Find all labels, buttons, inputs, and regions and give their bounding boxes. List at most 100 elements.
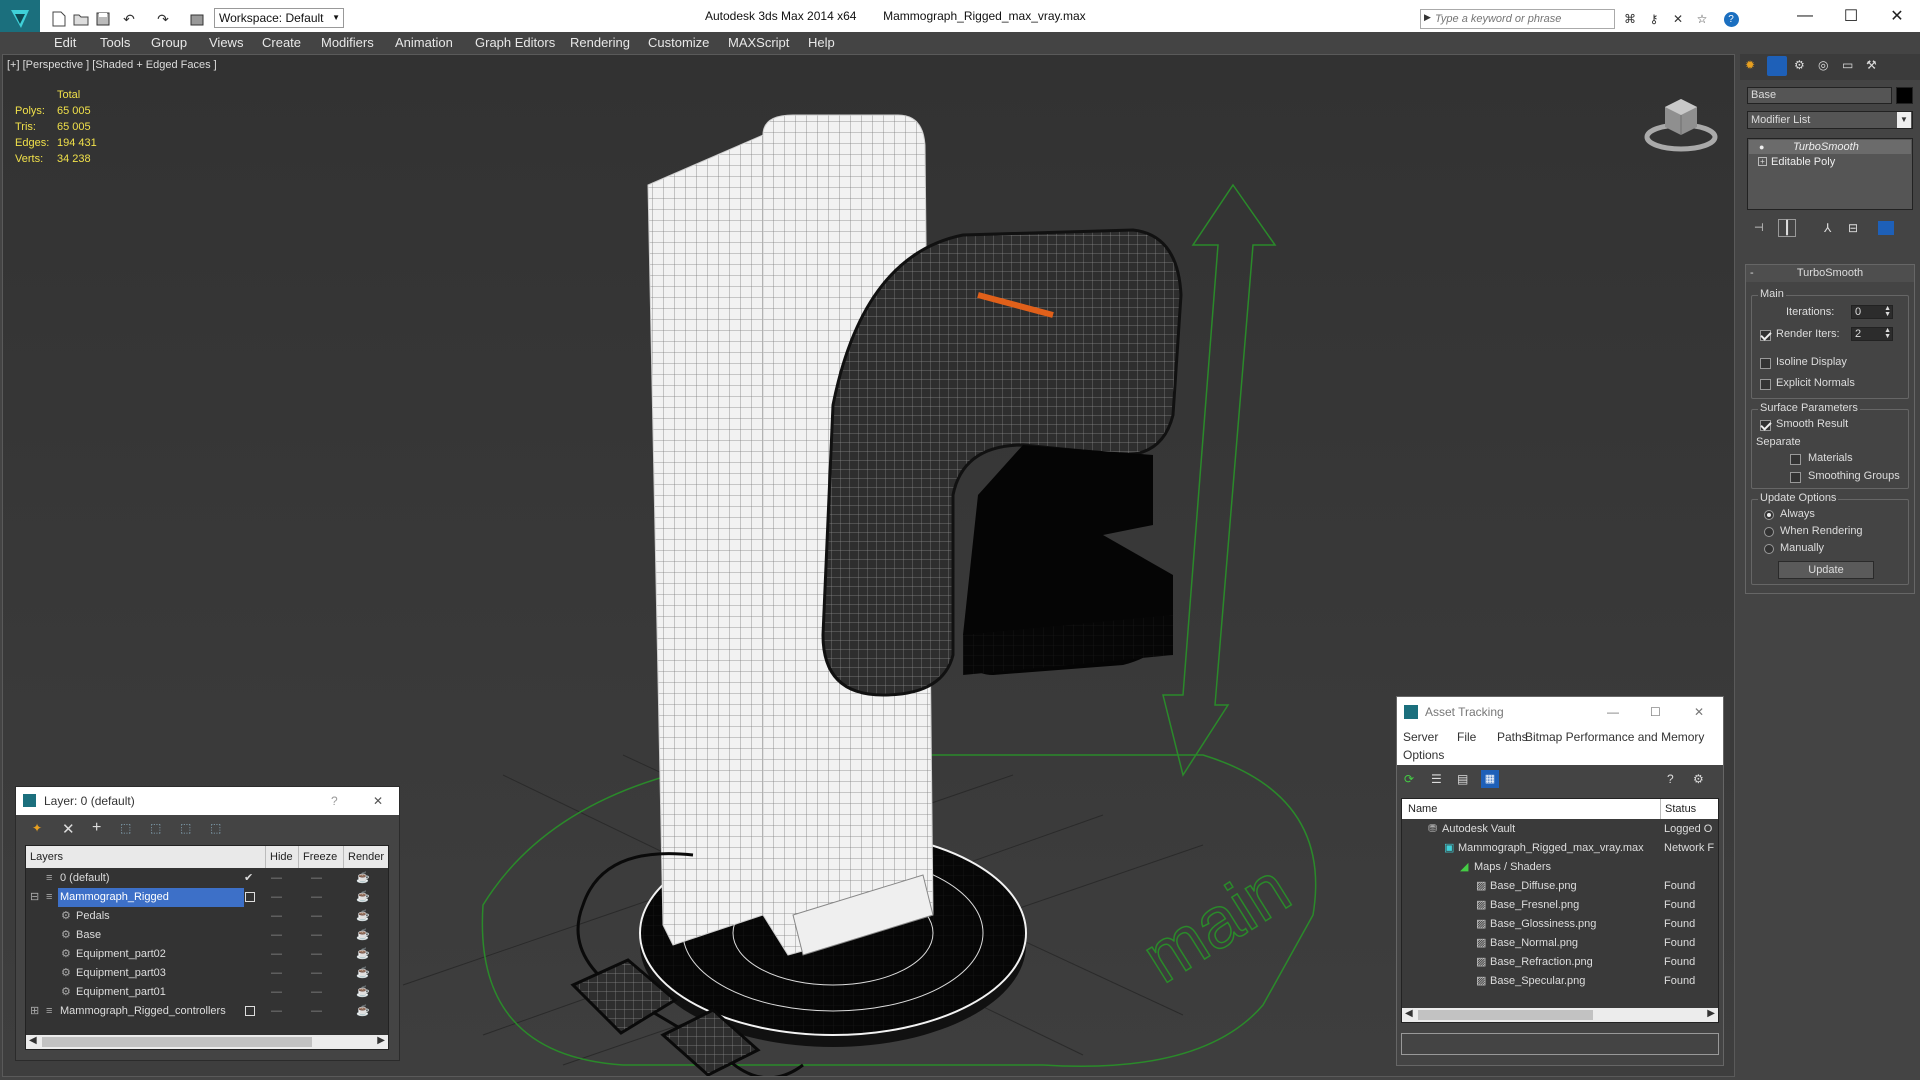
open-file-icon[interactable]	[70, 10, 92, 28]
render-teapot-icon[interactable]: ☕	[356, 945, 370, 964]
object-name-field[interactable]: Base	[1747, 87, 1892, 104]
new-file-icon[interactable]	[48, 10, 70, 28]
project-folder-icon[interactable]	[186, 10, 208, 28]
menu-edit[interactable]: Edit	[54, 34, 76, 52]
render-teapot-icon[interactable]: ☕	[356, 964, 370, 983]
menu-tools[interactable]: Tools	[100, 34, 130, 52]
refresh-icon[interactable]: ⟳	[1404, 772, 1414, 786]
scroll-right-icon[interactable]: ▶	[1707, 1008, 1715, 1019]
help-icon[interactable]: ?	[1720, 10, 1742, 28]
expand-icon[interactable]: +	[1758, 157, 1767, 166]
layer-hscrollbar[interactable]: ◀ ▶	[26, 1035, 388, 1049]
close-icon[interactable]: ✕	[1694, 697, 1704, 727]
asset-menu-paths[interactable]: Paths	[1497, 730, 1528, 744]
search-box[interactable]: ▶	[1420, 9, 1615, 29]
render-teapot-icon[interactable]: ☕	[356, 869, 370, 888]
asset-path-field[interactable]	[1401, 1033, 1719, 1055]
scroll-right-icon[interactable]: ▶	[377, 1035, 385, 1046]
rollout-header[interactable]: - TurboSmooth	[1746, 265, 1914, 282]
layer-row[interactable]: ⚙ Base — — ☕	[26, 926, 388, 945]
spinner-arrows-icon[interactable]: ▲ ▼	[1884, 327, 1891, 340]
asset-row[interactable]: ◢ Maps / Shaders	[1402, 858, 1718, 877]
asset-row[interactable]: ▨ Base_Diffuse.png Found	[1402, 877, 1718, 896]
render-teapot-icon[interactable]: ☕	[356, 907, 370, 926]
col-name[interactable]: Name	[1408, 799, 1437, 819]
menu-group[interactable]: Group	[151, 34, 187, 52]
smoothing-groups-checkbox[interactable]	[1790, 472, 1801, 483]
scroll-left-icon[interactable]: ◀	[1405, 1008, 1413, 1019]
bulb-icon[interactable]: ●	[1759, 140, 1764, 154]
asset-row[interactable]: ▨ Base_Glossiness.png Found	[1402, 915, 1718, 934]
minimize-icon[interactable]: —	[1607, 697, 1619, 727]
menu-customize[interactable]: Customize	[648, 34, 709, 52]
stack-item[interactable]: ● TurboSmooth	[1749, 140, 1911, 154]
stack-item[interactable]: + Editable Poly	[1749, 155, 1911, 169]
asset-row[interactable]: ▨ Base_Refraction.png Found	[1402, 953, 1718, 972]
menu-maxscript[interactable]: MAXScript	[728, 34, 789, 52]
render-teapot-icon[interactable]: ☕	[356, 1002, 370, 1021]
motion-tab-icon[interactable]: ◎	[1818, 58, 1828, 72]
add-to-layer-icon[interactable]: +	[92, 819, 101, 837]
asset-tracking-titlebar[interactable]: Asset Tracking — ☐ ✕	[1397, 697, 1723, 727]
scroll-thumb[interactable]	[42, 1037, 312, 1047]
help-button[interactable]: ?	[331, 787, 338, 815]
table-view-icon[interactable]: ▦	[1481, 770, 1499, 788]
exchange-icon[interactable]: ✕	[1667, 10, 1689, 28]
render-iters-checkbox[interactable]	[1760, 330, 1771, 341]
make-unique-icon[interactable]: ⅄	[1824, 221, 1831, 235]
create-layer-icon[interactable]: ✦	[32, 821, 42, 835]
configure-sets-icon[interactable]	[1878, 221, 1894, 235]
spinner-arrows-icon[interactable]: ▲ ▼	[1884, 305, 1891, 318]
asset-row[interactable]: ▨ Base_Specular.png Found	[1402, 972, 1718, 991]
asset-row[interactable]: ⛃ Autodesk Vault Logged O	[1402, 820, 1718, 839]
save-icon[interactable]	[92, 10, 114, 28]
materials-checkbox[interactable]	[1790, 454, 1801, 465]
menu-views[interactable]: Views	[209, 34, 243, 52]
update-manually-radio[interactable]	[1764, 544, 1774, 554]
delete-layer-icon[interactable]: ✕	[62, 820, 75, 838]
render-teapot-icon[interactable]: ☕	[356, 983, 370, 1002]
asset-row[interactable]: ▣ Mammograph_Rigged_max_vray.max Network F	[1402, 839, 1718, 858]
layer-set-current-icon[interactable]	[245, 1006, 255, 1016]
options-icon[interactable]: ⚙	[1693, 772, 1704, 786]
layer-row[interactable]: ⚙ Equipment_part01— — ☕	[26, 983, 388, 1002]
render-iters-spinner[interactable]: 2 ▲ ▼	[1851, 327, 1893, 341]
highlight-layer-icon[interactable]: ⬚	[150, 821, 161, 835]
object-color-swatch[interactable]	[1896, 87, 1913, 104]
utilities-tab-icon[interactable]: ⚒	[1866, 58, 1877, 72]
show-end-result-icon[interactable]: ┃	[1778, 219, 1796, 237]
hide-all-icon[interactable]: ⬚	[180, 821, 191, 835]
help-icon[interactable]: ?	[1667, 772, 1674, 786]
asset-menu-options[interactable]: Options	[1403, 748, 1444, 762]
update-rendering-radio[interactable]	[1764, 527, 1774, 537]
update-always-radio[interactable]	[1764, 510, 1774, 520]
select-in-layer-icon[interactable]: ⬚	[120, 821, 131, 835]
maximize-button[interactable]: ☐	[1828, 0, 1874, 32]
menu-graph-editors[interactable]: Graph Editors	[475, 34, 555, 52]
col-status[interactable]: Status	[1660, 799, 1696, 819]
create-tab-icon[interactable]: ✹	[1745, 58, 1755, 72]
asset-menu-server[interactable]: Server	[1403, 730, 1438, 744]
layer-row[interactable]: ⚙ Equipment_part02— — ☕	[26, 945, 388, 964]
layer-row[interactable]: ⚙ Pedals — — ☕	[26, 907, 388, 926]
redo-icon[interactable]: ↷	[152, 10, 174, 28]
display-tab-icon[interactable]: ▭	[1842, 58, 1853, 72]
col-layers[interactable]: Layers	[30, 846, 63, 868]
hierarchy-tab-icon[interactable]: ⚙	[1794, 58, 1805, 72]
layer-row[interactable]: ≡ 0 (default) ✔ — — ☕	[26, 869, 388, 888]
asset-hscrollbar[interactable]: ◀ ▶	[1402, 1008, 1718, 1022]
layer-panel-titlebar[interactable]: Layer: 0 (default) ? ✕	[16, 787, 399, 815]
layer-row[interactable]: ⊟ ≡ Mammograph_Rigged — — ☕	[26, 888, 388, 907]
minimize-button[interactable]: —	[1782, 0, 1828, 32]
explicit-normals-checkbox[interactable]	[1760, 379, 1771, 390]
remove-modifier-icon[interactable]: ⊟	[1848, 221, 1858, 235]
scroll-thumb[interactable]	[1418, 1010, 1593, 1020]
star-icon[interactable]: ☆	[1691, 10, 1713, 28]
binoculars-icon[interactable]: ⌘	[1619, 10, 1641, 28]
undo-icon[interactable]: ↶	[118, 10, 140, 28]
close-button[interactable]: ✕	[1874, 0, 1920, 32]
layer-set-current-icon[interactable]	[245, 892, 255, 902]
menu-rendering[interactable]: Rendering	[570, 34, 630, 52]
modify-tab-icon[interactable]	[1767, 56, 1787, 76]
render-teapot-icon[interactable]: ☕	[356, 888, 370, 907]
